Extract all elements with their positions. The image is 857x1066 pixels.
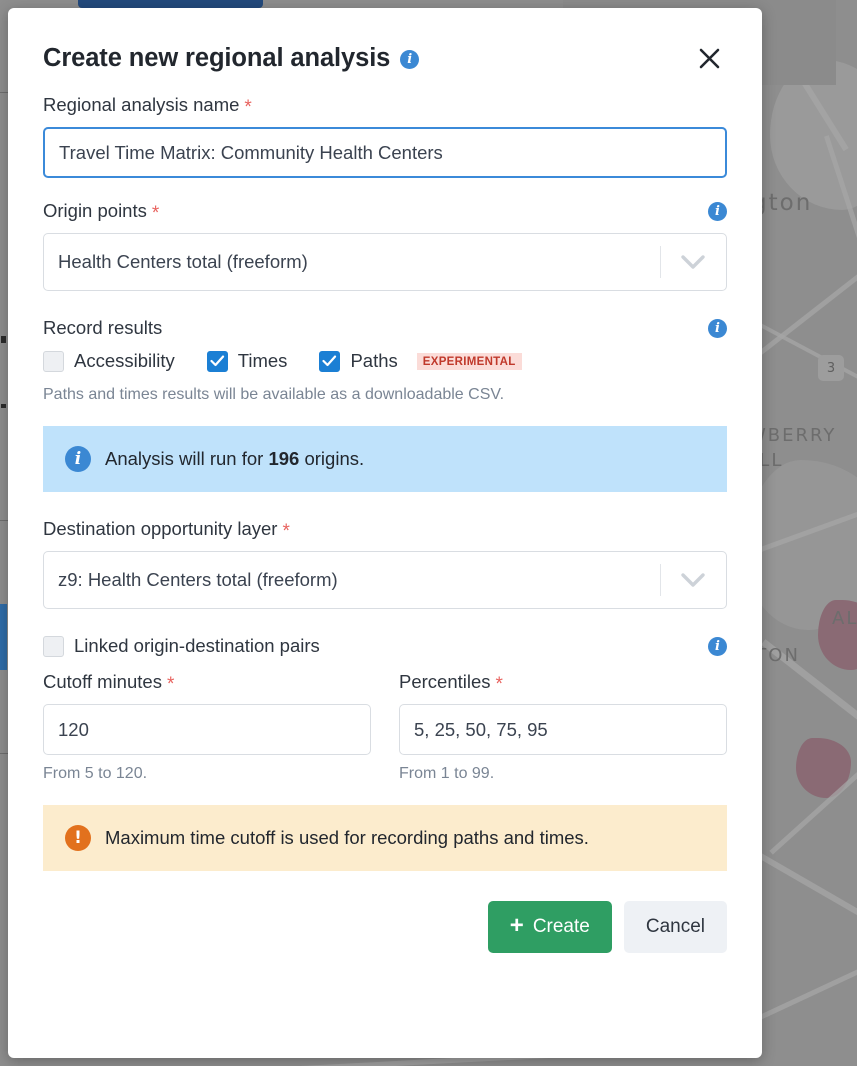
background-divider <box>0 753 8 754</box>
background-marker <box>1 404 6 408</box>
cutoff-percentiles-row: Cutoff minutes * From 5 to 120. Percenti… <box>43 671 727 783</box>
cancel-button[interactable]: Cancel <box>623 901 727 953</box>
required-marker: * <box>244 96 252 118</box>
origins-count-banner: i Analysis will run for 196 origins. <box>43 426 727 492</box>
banner-suffix: origins. <box>299 448 365 469</box>
record-results-label-row: Record results i <box>43 317 727 339</box>
create-button[interactable]: + Create <box>487 901 612 953</box>
map-road <box>747 940 857 1025</box>
label-text: Percentiles <box>399 671 491 692</box>
percentiles-column: Percentiles * From 1 to 99. <box>399 671 727 783</box>
percentiles-helper-text: From 1 to 99. <box>399 765 495 782</box>
background-blue-bar <box>78 0 263 8</box>
banner-text: Analysis will run for 196 origins. <box>105 448 364 470</box>
origin-points-selected-value: Health Centers total (freeform) <box>58 251 308 272</box>
regional-analysis-name-label: Regional analysis name * <box>43 94 727 118</box>
cutoff-warning-banner: ! Maximum time cutoff is used for record… <box>43 805 727 871</box>
percentiles-input[interactable] <box>399 704 727 755</box>
info-icon[interactable]: i <box>400 49 420 69</box>
create-button-label: Create <box>532 916 590 937</box>
checkbox-box[interactable] <box>319 350 341 372</box>
percentiles-label: Percentiles * <box>399 671 727 695</box>
select-divider <box>660 246 661 278</box>
required-marker: * <box>151 202 160 224</box>
cutoff-minutes-column: Cutoff minutes * From 5 to 120. <box>43 671 371 783</box>
checkbox-box[interactable] <box>43 350 64 372</box>
info-icon[interactable]: i <box>708 636 727 656</box>
map-label: AL <box>832 608 857 629</box>
banner-prefix: Analysis will run for <box>105 448 269 469</box>
checkbox-accessibility[interactable]: Accessibility <box>43 350 175 372</box>
required-marker: * <box>282 520 290 542</box>
label-text: Cutoff minutes <box>43 671 162 692</box>
linked-pairs-row: Linked origin-destination pairs i <box>43 635 727 657</box>
checkbox-label: Accessibility <box>74 350 175 371</box>
background-marker <box>1 336 6 343</box>
checkbox-linked-pairs[interactable]: Linked origin-destination pairs <box>43 635 320 657</box>
cutoff-minutes-label: Cutoff minutes * <box>43 671 371 695</box>
map-road <box>753 850 857 956</box>
dialog-footer: + Create Cancel <box>43 901 727 953</box>
destination-layer-select[interactable]: z9: Health Centers total (freeform) <box>43 551 727 609</box>
create-regional-analysis-dialog: Create new regional analysis i Regional … <box>8 8 762 1058</box>
checkbox-box[interactable] <box>206 350 228 372</box>
cutoff-minutes-helper-text: From 5 to 120. <box>43 765 148 782</box>
record-results-label: Record results <box>43 317 162 339</box>
origin-points-label-row: Origin points * i <box>43 200 727 224</box>
origin-points-label: Origin points * <box>43 200 160 224</box>
checkbox-label: Paths <box>350 350 398 371</box>
checkbox-box[interactable] <box>43 635 64 657</box>
page-title: Create new regional analysis <box>43 43 391 72</box>
destination-layer-selected-value: z9: Health Centers total (freeform) <box>58 569 338 590</box>
required-marker: * <box>166 673 175 695</box>
label-text: Origin points <box>43 200 147 221</box>
checkbox-label: Linked origin-destination pairs <box>74 635 320 656</box>
background-blue-sliver <box>0 604 7 670</box>
cancel-button-label: Cancel <box>645 916 705 937</box>
banner-text: Maximum time cutoff is used for recordin… <box>105 827 589 848</box>
check-icon <box>322 355 337 367</box>
check-icon <box>210 355 224 367</box>
info-icon[interactable]: i <box>708 318 727 338</box>
regional-analysis-name-input[interactable] <box>43 127 727 178</box>
checkbox-paths[interactable]: Paths EXPERIMENTAL <box>319 350 522 372</box>
chevron-down-icon <box>680 572 706 588</box>
select-divider <box>660 564 661 596</box>
dialog-header: Create new regional analysis i <box>43 8 727 94</box>
origin-points-select[interactable]: Health Centers total (freeform) <box>43 233 727 291</box>
destination-layer-label: Destination opportunity layer * <box>43 518 727 542</box>
info-icon[interactable]: i <box>708 201 727 221</box>
close-button[interactable] <box>691 40 727 76</box>
background-divider <box>0 92 8 93</box>
record-results-options: Accessibility Times Paths EXPERIMENTAL <box>43 350 727 372</box>
label-text: Destination opportunity layer <box>43 518 278 539</box>
highway-shield: 3 <box>818 355 844 381</box>
cutoff-minutes-input[interactable] <box>43 704 371 755</box>
background-divider <box>0 520 8 521</box>
required-marker: * <box>495 673 503 695</box>
label-text: Record results <box>43 317 163 338</box>
map-road <box>756 248 857 357</box>
close-icon <box>699 48 719 68</box>
record-results-helper-text: Paths and times results will be availabl… <box>43 386 505 403</box>
warning-icon: ! <box>65 825 91 851</box>
origins-count: 196 <box>268 448 300 469</box>
checkbox-times[interactable]: Times <box>206 350 288 372</box>
chevron-down-icon <box>680 254 706 270</box>
label-text: Regional analysis name <box>43 94 240 115</box>
status-badge: EXPERIMENTAL <box>416 352 522 370</box>
info-icon: i <box>65 446 91 472</box>
plus-icon: + <box>509 912 524 939</box>
checkbox-label: Times <box>237 350 288 371</box>
